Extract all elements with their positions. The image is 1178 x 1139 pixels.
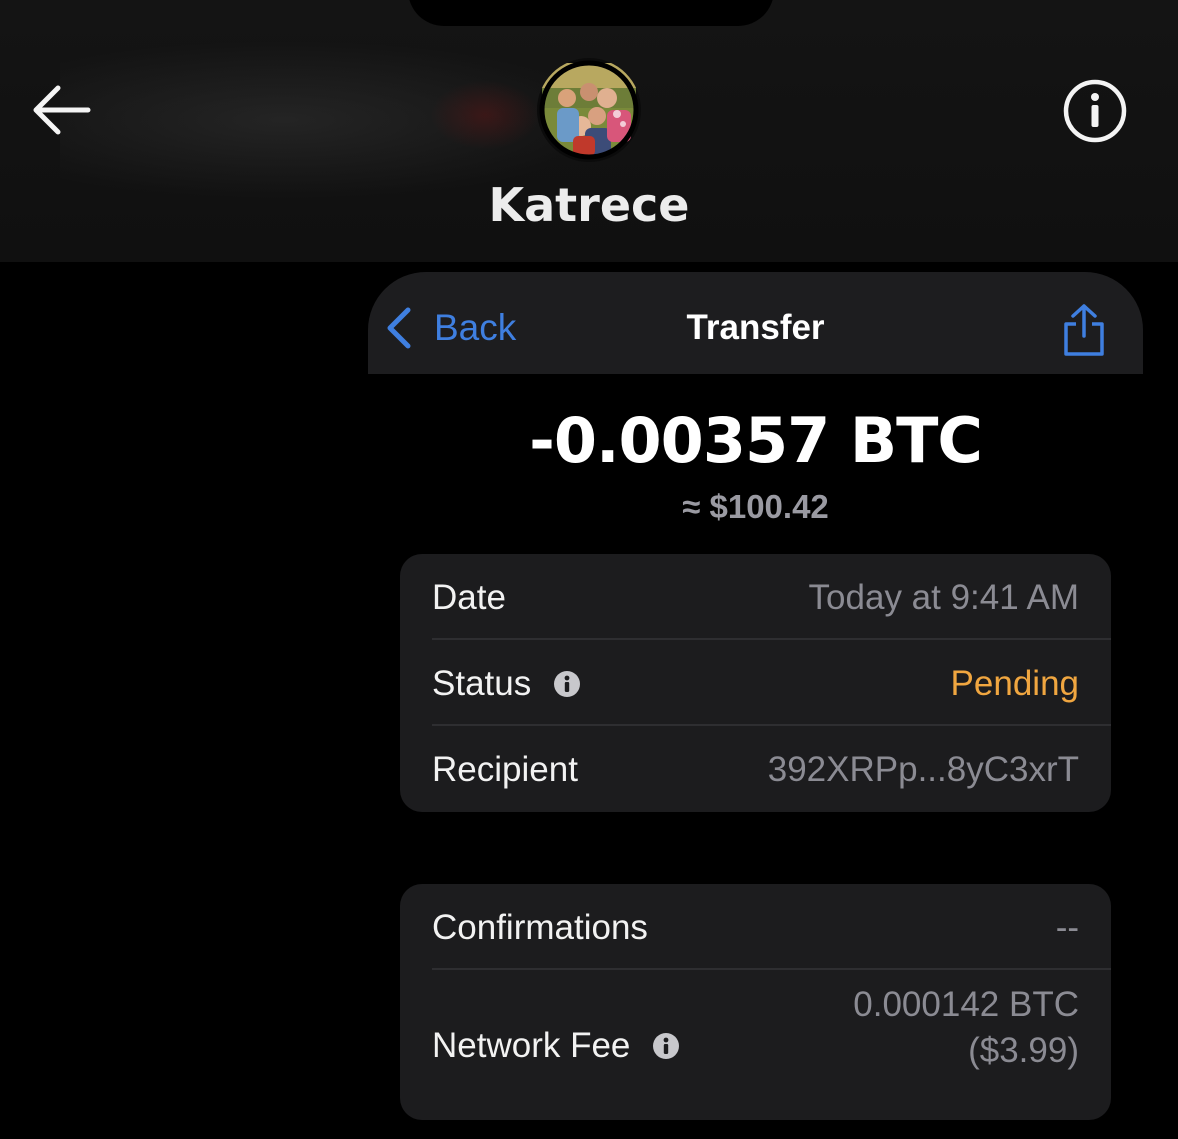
detail-row-confirmations: Confirmations -- (400, 884, 1111, 970)
device-notch (408, 0, 774, 26)
fiat-equivalent: ≈ $100.42 (682, 488, 829, 525)
status-label-group: Status (432, 664, 581, 704)
transfer-message-bubble[interactable]: Back Transfer -0.00357 BTC ≈ $100.42 Dat… (368, 272, 1143, 1139)
screen: Katrece Back Transfer -0.00357 BTC ≈ $10… (0, 0, 1178, 1139)
confirmations-label: Confirmations (432, 908, 648, 947)
date-value: Today at 9:41 AM (808, 578, 1079, 617)
conversation-header: Katrece (0, 0, 1178, 262)
back-button-label: Back (434, 307, 517, 348)
network-fee-btc: 0.000142 BTC (853, 985, 1079, 1024)
transfer-title: Transfer (686, 308, 825, 347)
network-fee-label: Network Fee (432, 1026, 631, 1065)
recipient-address[interactable]: 392XRPp...8yC3xrT (768, 750, 1079, 790)
chevron-left-icon (387, 307, 411, 349)
contact-name[interactable]: Katrece (389, 178, 789, 232)
transfer-details-card: Date Today at 9:41 AM Status Pending Rec… (400, 554, 1111, 812)
confirmations-value: -- (1055, 908, 1079, 947)
network-fee-value: 0.000142 BTC ($3.99) (853, 982, 1079, 1074)
status-value: Pending (950, 664, 1079, 703)
share-icon[interactable] (1060, 302, 1108, 358)
network-fee-usd: ($3.99) (968, 1031, 1079, 1070)
transfer-amount: -0.00357 BTC (529, 404, 983, 477)
detail-row-recipient[interactable]: Recipient 392XRPp...8yC3xrT (400, 726, 1111, 812)
back-button[interactable]: Back (384, 306, 516, 350)
arrow-left-icon[interactable] (30, 82, 92, 138)
network-card: Confirmations -- Network Fee 0.000142 BT… (400, 884, 1111, 1120)
info-dot-icon[interactable] (553, 670, 581, 698)
info-circle-icon[interactable] (1062, 78, 1128, 144)
detail-row-status: Status Pending (400, 640, 1111, 726)
network-fee-label-group: Network Fee (432, 1026, 680, 1066)
detail-row-date: Date Today at 9:41 AM (400, 554, 1111, 640)
avatar[interactable] (537, 58, 641, 162)
detail-row-network-fee: Network Fee 0.000142 BTC ($3.99) (400, 970, 1111, 1120)
avatar-photo (539, 60, 639, 160)
info-dot-icon[interactable] (652, 1032, 680, 1060)
recipient-label: Recipient (432, 750, 578, 789)
status-label: Status (432, 664, 532, 703)
transfer-nav-bar: Back Transfer (368, 272, 1143, 374)
date-label: Date (432, 578, 506, 617)
